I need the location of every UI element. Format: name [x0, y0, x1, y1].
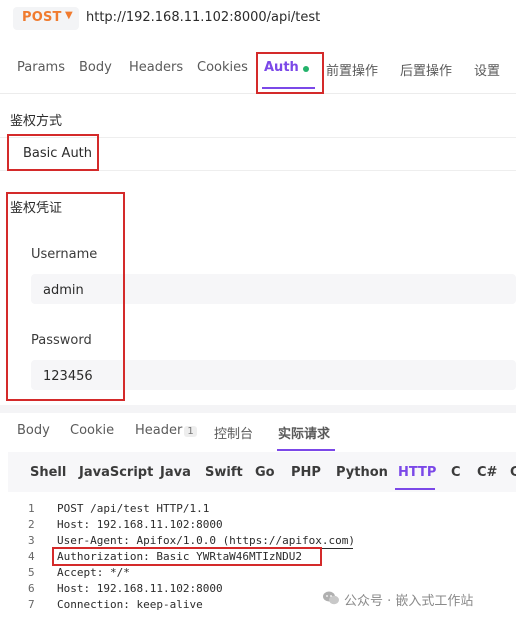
tab-params[interactable]: Params: [17, 60, 65, 75]
lang-python[interactable]: Python: [336, 465, 388, 480]
line-number: 6: [28, 582, 35, 595]
code-line: Host: 192.168.11.102:8000: [57, 582, 223, 595]
code-line: Host: 192.168.11.102:8000: [57, 518, 223, 531]
code-line: POST /api/test HTTP/1.1: [57, 502, 210, 515]
lang-go[interactable]: Go: [255, 465, 275, 480]
chevron-down-icon[interactable]: ▼: [65, 10, 73, 21]
header-count-badge: 1: [184, 426, 197, 437]
active-language-indicator: [395, 488, 435, 490]
tab-actual-request[interactable]: 实际请求: [278, 423, 330, 442]
lang-c[interactable]: C: [451, 465, 461, 480]
panel-divider: [0, 405, 516, 413]
method-label: POST: [22, 10, 62, 25]
lang-c-cut[interactable]: C: [510, 465, 516, 480]
tab-post-operations[interactable]: 后置操作: [400, 60, 452, 79]
lang-javascript[interactable]: JavaScript: [79, 465, 153, 480]
lang-java[interactable]: Java: [160, 465, 191, 480]
lang-http[interactable]: HTTP: [398, 465, 436, 480]
tab-response-header[interactable]: Header 1: [135, 423, 197, 438]
code-line: Accept: */*: [57, 566, 130, 579]
highlight-auth-tab: [256, 52, 324, 94]
tab-response-body[interactable]: Body: [17, 423, 50, 438]
line-number: 1: [28, 502, 35, 515]
tab-headers[interactable]: Headers: [129, 60, 183, 75]
url-input[interactable]: http://192.168.11.102:8000/api/test: [86, 10, 320, 25]
line-number: 2: [28, 518, 35, 531]
watermark-text: 公众号 · 嵌入式工作站: [344, 594, 474, 609]
auth-type-title: 鉴权方式: [10, 114, 63, 129]
code-line: Connection: keep-alive: [57, 598, 203, 611]
highlight-credentials: [6, 192, 125, 401]
wechat-icon: [323, 591, 339, 605]
highlight-auth-type: [7, 134, 99, 171]
tab-cookies[interactable]: Cookies: [197, 60, 248, 75]
highlight-authorization: [52, 547, 322, 566]
lang-swift[interactable]: Swift: [205, 465, 243, 480]
line-number: 4: [28, 550, 35, 563]
tab-response-cookie[interactable]: Cookie: [70, 423, 114, 438]
line-number: 7: [28, 598, 35, 611]
line-number: 3: [28, 534, 35, 547]
lang-csharp[interactable]: C#: [477, 465, 497, 480]
tab-pre-operations[interactable]: 前置操作: [326, 60, 378, 79]
tab-settings[interactable]: 设置: [474, 60, 500, 79]
lang-php[interactable]: PHP: [291, 465, 321, 480]
line-number: 5: [28, 566, 35, 579]
active-bottom-tab-indicator: [277, 449, 335, 451]
tab-console[interactable]: 控制台: [214, 423, 253, 442]
code-line: User-Agent: Apifox/1.0.0 (https://apifox…: [57, 534, 356, 547]
lang-shell[interactable]: Shell: [30, 465, 66, 480]
tab-response-header-label: Header: [135, 423, 183, 438]
tab-body[interactable]: Body: [79, 60, 112, 75]
